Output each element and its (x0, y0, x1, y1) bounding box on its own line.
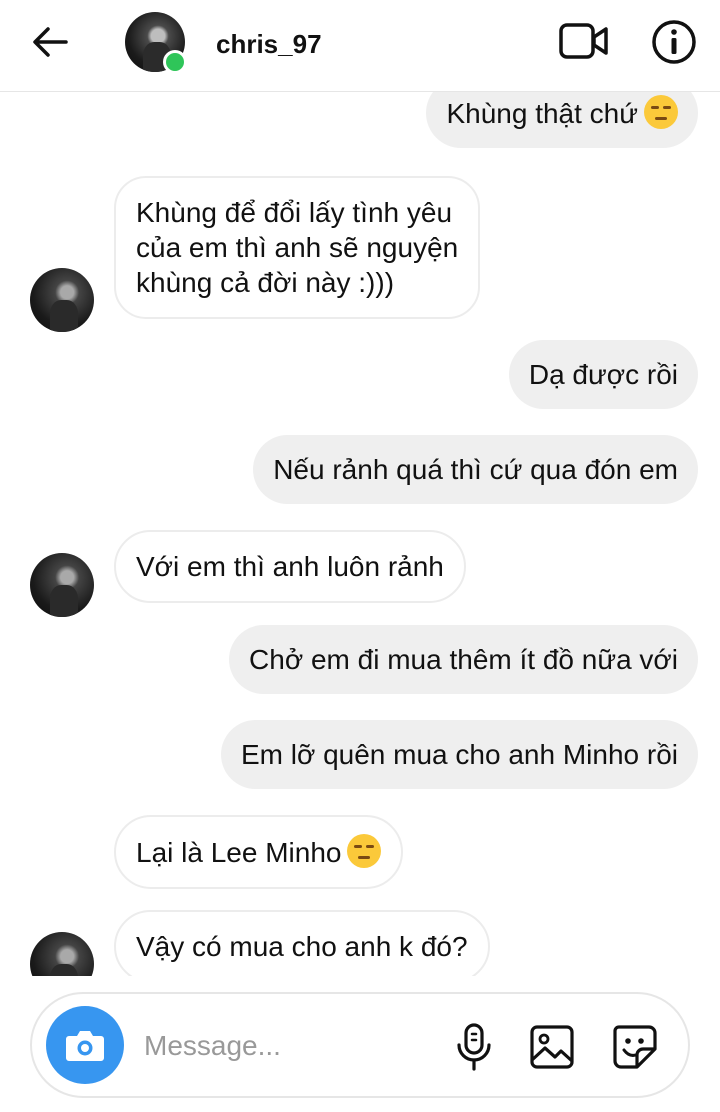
sender-avatar[interactable] (30, 553, 94, 617)
unamused-face-emoji (347, 834, 382, 868)
message-composer (30, 992, 690, 1098)
message-text: Em lỡ quên mua cho anh Minho rồi (240, 739, 678, 770)
message-text: Khùng thật chứ (446, 98, 638, 129)
message-bubble-sent[interactable]: Chở em đi mua thêm ít đồ nữa với (229, 625, 698, 694)
info-button[interactable] (650, 18, 698, 66)
sticker-icon (613, 1025, 657, 1069)
message-bubble-received[interactable]: Lại là Lee Minho (114, 815, 404, 889)
unamused-face-emoji (644, 95, 678, 129)
message-text-line: khùng cả đời này :))) (136, 267, 395, 298)
info-icon (652, 20, 696, 64)
message-bubble-sent[interactable]: Khùng thật chứ (426, 92, 698, 148)
message-text: Với em thì anh luôn rảnh (136, 551, 444, 582)
chat-header: chris_97 (0, 0, 720, 92)
gallery-icon (530, 1025, 574, 1069)
message-text-line: Khùng để đổi lấy tình yêu (136, 197, 453, 228)
online-status-dot (163, 50, 187, 74)
gallery-button[interactable] (529, 1024, 575, 1070)
back-button[interactable] (28, 22, 72, 62)
message-bubble-received[interactable]: Khùng để đổi lấy tình yêu của em thì anh… (114, 176, 481, 319)
sender-avatar[interactable] (30, 932, 94, 976)
voice-message-button[interactable] (452, 1022, 496, 1072)
message-bubble-received[interactable]: Với em thì anh luôn rảnh (114, 530, 466, 603)
sender-avatar[interactable] (30, 268, 94, 332)
message-bubble-received[interactable]: Vậy có mua cho anh k đó? (114, 910, 490, 976)
message-bubble-sent[interactable]: Nếu rảnh quá thì cứ qua đón em (253, 435, 698, 504)
back-arrow-icon (33, 27, 68, 57)
message-text: Nếu rảnh quá thì cứ qua đón em (273, 454, 678, 485)
message-bubble-sent[interactable]: Dạ được rồi (508, 340, 698, 409)
message-text: Vậy có mua cho anh k đó? (136, 931, 468, 962)
microphone-icon (457, 1023, 491, 1071)
sticker-button[interactable] (611, 1023, 659, 1071)
message-list[interactable]: Khùng thật chứ Khùng để đổi lấy tình yêu… (0, 92, 720, 976)
camera-button[interactable] (46, 1006, 124, 1084)
message-text-line: của em thì anh sẽ nguyện (136, 232, 459, 263)
video-call-button[interactable] (558, 20, 610, 62)
message-text: Dạ được rồi (528, 359, 678, 390)
message-text: Chở em đi mua thêm ít đồ nữa với (249, 644, 678, 675)
message-bubble-sent[interactable]: Em lỡ quên mua cho anh Minho rồi (220, 720, 698, 789)
message-text: Lại là Lee Minho (136, 837, 342, 868)
video-call-icon (559, 23, 608, 59)
camera-icon (66, 1031, 104, 1061)
contact-username[interactable]: chris_97 (216, 29, 322, 60)
message-input[interactable] (144, 1024, 434, 1068)
